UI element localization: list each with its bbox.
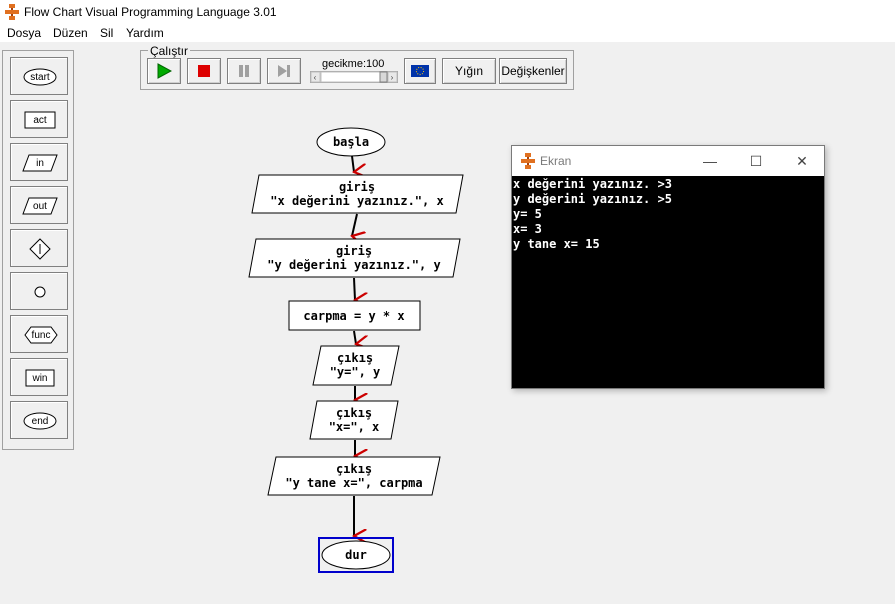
app-icon [521, 153, 535, 169]
screen-window-title: Ekran [540, 154, 572, 168]
action-node-label: carpma = y * x [303, 309, 404, 323]
console-line: y= 5 [513, 207, 542, 221]
action-node[interactable]: carpma = y * x [288, 300, 421, 331]
minimize-icon[interactable]: — [700, 151, 720, 171]
console-line: x= 3 [513, 222, 542, 236]
output-node-x-title: çıkış [336, 406, 372, 420]
input-node-x-expr: "x değerini yazınız.", x [270, 194, 443, 208]
output-node-result[interactable]: çıkış "y tane x=", carpma [267, 456, 441, 496]
input-node-y-title: giriş [336, 244, 372, 258]
input-node-y-expr: "y değerini yazınız.", y [267, 258, 440, 272]
console-line: y tane x= 15 [513, 237, 600, 251]
console-output: x değerini yazınız. >3 y değerini yazınız… [512, 176, 824, 388]
end-node[interactable]: dur [318, 537, 394, 573]
screen-window: Ekran — ☐ ✕ x değerini yazınız. >3 y değe… [511, 145, 825, 389]
start-node-label: başla [333, 135, 369, 149]
input-node-y[interactable]: giriş "y değerini yazınız.", y [248, 238, 461, 278]
input-node-x[interactable]: giriş "x değerini yazınız.", x [251, 174, 464, 214]
output-node-y-title: çıkış [337, 351, 373, 365]
close-icon[interactable]: ✕ [792, 151, 812, 171]
screen-window-titlebar[interactable]: Ekran — ☐ ✕ [512, 146, 824, 176]
console-line: x değerini yazınız. >3 [513, 177, 672, 191]
input-node-x-title: giriş [339, 180, 375, 194]
console-line: y değerini yazınız. >5 [513, 192, 672, 206]
output-node-y-expr: "y=", y [330, 365, 381, 379]
output-node-x-expr: "x=", x [329, 420, 380, 434]
maximize-icon[interactable]: ☐ [746, 151, 766, 171]
output-node-result-title: çıkış [336, 462, 372, 476]
output-node-result-expr: "y tane x=", carpma [285, 476, 422, 490]
output-node-y[interactable]: çıkış "y=", y [312, 345, 400, 386]
output-node-x[interactable]: çıkış "x=", x [309, 400, 399, 440]
start-node[interactable]: başla [316, 127, 386, 157]
end-node-label: dur [345, 548, 367, 562]
